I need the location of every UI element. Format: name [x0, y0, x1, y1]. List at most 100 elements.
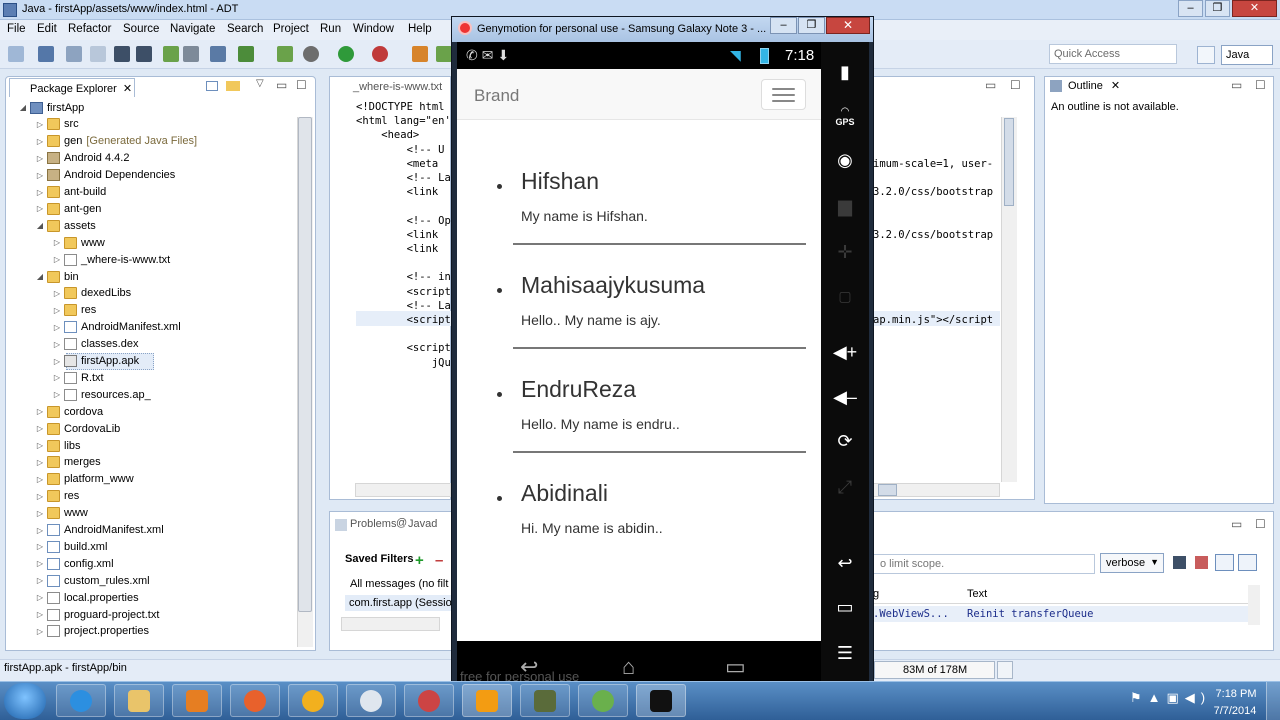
system-tray-icons[interactable]: ⚑▲▣◀): [1130, 690, 1211, 706]
collapsed-arrow-icon[interactable]: ▷: [35, 593, 45, 602]
collapsed-arrow-icon[interactable]: ▷: [35, 458, 45, 467]
start-button[interactable]: [4, 683, 46, 719]
tree-item[interactable]: ▷ config.xml: [35, 555, 114, 572]
collapsed-arrow-icon[interactable]: ▷: [35, 526, 45, 535]
tree-item[interactable]: ▷ local.properties: [35, 589, 139, 606]
tree-item[interactable]: ▷ www: [35, 505, 88, 522]
filter-scrollbar[interactable]: [341, 617, 440, 631]
menu-source[interactable]: Source: [123, 23, 159, 35]
minimize-bottom-icon[interactable]: ▭: [1231, 517, 1242, 531]
side-recent-icon[interactable]: ▭: [830, 597, 860, 618]
tree-item[interactable]: ▷ platform_www: [35, 471, 134, 488]
collapsed-arrow-icon[interactable]: ▷: [35, 407, 45, 416]
new-icon[interactable]: [8, 46, 24, 62]
collapsed-arrow-icon[interactable]: ▷: [35, 137, 45, 146]
collapsed-arrow-icon[interactable]: ▷: [35, 542, 45, 551]
android-sdk-icon[interactable]: [163, 46, 179, 62]
maximize-button[interactable]: ❐: [1205, 0, 1230, 17]
add-filter-icon[interactable]: +: [415, 552, 424, 569]
clear-log-icon[interactable]: [1195, 556, 1208, 569]
collapsed-arrow-icon[interactable]: ▷: [52, 306, 62, 315]
expanded-arrow-icon[interactable]: ◢: [35, 272, 45, 281]
collapsed-arrow-icon[interactable]: ▷: [52, 238, 62, 247]
menu-project[interactable]: Project: [273, 23, 309, 35]
collapsed-arrow-icon[interactable]: ▷: [35, 204, 45, 213]
maximize-bottom-icon[interactable]: ☐: [1255, 517, 1266, 531]
checklist-icon[interactable]: [238, 46, 254, 62]
collapsed-arrow-icon[interactable]: ▷: [52, 255, 62, 264]
view-menu-icon[interactable]: ▽: [256, 78, 264, 89]
taskbar-date[interactable]: 7/7/2014: [1209, 705, 1261, 717]
volume-up-icon[interactable]: ◀+: [830, 342, 860, 363]
tree-item[interactable]: ▷ proguard-project.txt: [35, 606, 159, 623]
tree-item[interactable]: ▷ res: [52, 302, 96, 319]
expanded-arrow-icon[interactable]: ◢: [18, 103, 28, 112]
tree-item[interactable]: ▷ ant-gen: [35, 200, 101, 217]
tree-item[interactable]: ▷ cordova: [35, 403, 103, 420]
menu-window[interactable]: Window: [353, 23, 394, 35]
navbar-brand[interactable]: Brand: [474, 86, 519, 106]
collapsed-arrow-icon[interactable]: ▷: [35, 154, 45, 163]
editor-hscroll-thumb[interactable]: [878, 484, 897, 496]
debug-icon[interactable]: [303, 46, 319, 62]
editor-horizontal-scrollbar[interactable]: [355, 483, 451, 497]
tree-item[interactable]: ▷ custom_rules.xml: [35, 572, 150, 589]
minimize-outline-icon[interactable]: ▭: [1231, 78, 1242, 92]
collapsed-arrow-icon[interactable]: ▷: [35, 171, 45, 180]
tree-item[interactable]: ◢ assets: [35, 217, 96, 234]
remove-filter-icon[interactable]: –: [435, 552, 443, 569]
tree-item[interactable]: ◢ firstApp: [18, 99, 84, 116]
tree-item[interactable]: ◢ bin: [35, 268, 79, 285]
tree-item[interactable]: ▷ project.properties: [35, 623, 149, 640]
rotate-icon[interactable]: ⟳: [830, 431, 860, 452]
taskbar-time[interactable]: 7:18 PM: [1213, 688, 1259, 700]
java-perspective-button[interactable]: Java: [1221, 45, 1273, 65]
side-back-icon[interactable]: ↩: [830, 553, 860, 574]
package-explorer-tab[interactable]: Package Explorer ✕: [9, 78, 135, 97]
new-package-icon[interactable]: [436, 46, 452, 62]
collapsed-arrow-icon[interactable]: ▷: [35, 424, 45, 433]
run-icon[interactable]: [338, 46, 354, 62]
menu-edit[interactable]: Edit: [37, 23, 57, 35]
save-log-icon[interactable]: [1173, 556, 1186, 569]
volume-down-icon[interactable]: ◀–: [830, 387, 860, 408]
toggle-filters-icon[interactable]: [1215, 554, 1234, 571]
filter-session[interactable]: com.first.app (Sessio: [345, 595, 452, 611]
tree-item[interactable]: ▷ merges: [35, 454, 101, 471]
avd-manager-icon[interactable]: [183, 46, 199, 62]
close-button[interactable]: ✕: [1232, 0, 1277, 17]
tree-item[interactable]: ▷ R.txt: [52, 369, 104, 386]
collapse-all-icon[interactable]: [206, 81, 218, 91]
menu-navigate[interactable]: Navigate: [170, 23, 215, 35]
collapsed-arrow-icon[interactable]: ▷: [35, 492, 45, 501]
tree-item[interactable]: ▷ www: [52, 234, 105, 251]
genymotion-minimize-button[interactable]: –: [770, 17, 797, 34]
log-level-select[interactable]: verbose ▼: [1100, 553, 1164, 573]
home-icon[interactable]: ⌂: [622, 654, 635, 680]
expanded-arrow-icon[interactable]: ◢: [35, 221, 45, 230]
menu-help[interactable]: Help: [408, 23, 432, 35]
tree-item[interactable]: ▷ firstApp.apk: [52, 353, 139, 370]
collapsed-arrow-icon[interactable]: ▷: [35, 120, 45, 129]
log-scrollbar[interactable]: [1248, 585, 1260, 625]
menu-file[interactable]: File: [7, 23, 26, 35]
problems-tab[interactable]: Problems: [350, 518, 396, 530]
editor-scroll-thumb[interactable]: [1004, 118, 1014, 206]
tree-item[interactable]: ▷ AndroidManifest.xml: [35, 522, 164, 539]
external-tools-icon[interactable]: [372, 46, 388, 62]
close-icon[interactable]: ✕: [1111, 80, 1120, 92]
gps-icon[interactable]: ◠ GPS: [830, 106, 860, 127]
recent-apps-icon[interactable]: ▭: [725, 654, 746, 680]
collapsed-arrow-icon[interactable]: ▷: [35, 188, 45, 197]
scroll-lock-icon[interactable]: [1238, 554, 1257, 571]
collapsed-arrow-icon[interactable]: ▷: [35, 509, 45, 518]
tree-item[interactable]: ▷ res: [35, 488, 79, 505]
collapsed-arrow-icon[interactable]: ▷: [52, 357, 62, 366]
tree-item[interactable]: ▷ build.xml: [35, 538, 107, 555]
save-icon[interactable]: [38, 46, 54, 62]
battery-widget-icon[interactable]: ▮: [830, 62, 860, 83]
trash-icon[interactable]: [997, 661, 1013, 679]
javadoc-tab[interactable]: Javad: [408, 518, 437, 530]
tree-item[interactable]: ▷ Android 4.4.2: [35, 150, 129, 167]
side-menu-icon[interactable]: ☰: [830, 643, 860, 664]
